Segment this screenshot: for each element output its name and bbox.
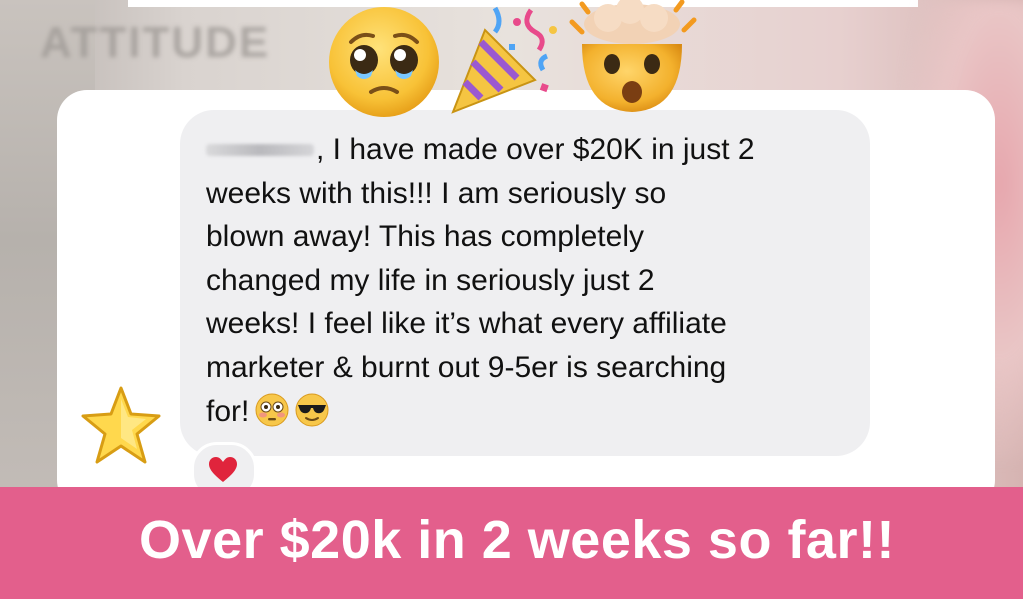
background-blurred-word: ATTITUDE xyxy=(40,18,271,67)
party-popper-icon xyxy=(443,0,563,120)
message-line-7: for! xyxy=(206,394,250,428)
pleading-face-icon xyxy=(325,2,443,120)
message-line-6: marketer & burnt out 9-5er is searching xyxy=(206,350,727,384)
message-line-2: weeks with this!!! I am seriously so xyxy=(206,176,667,210)
message-line-5: weeks! I feel like it’s what every affil… xyxy=(206,307,727,341)
redacted-name xyxy=(206,144,314,156)
caption-text: Over $20k in 2 weeks so far!! xyxy=(139,510,895,570)
message-line-3: blown away! This has completely xyxy=(206,220,644,254)
sunglasses-face-icon xyxy=(295,393,329,427)
exploding-head-icon xyxy=(568,0,698,116)
flushed-face-icon xyxy=(255,393,289,427)
message-line-1: , I have made over $20K in just 2 xyxy=(316,133,755,166)
star-icon xyxy=(80,385,162,467)
message-text: , I have made over $20K in just 2 weeks … xyxy=(206,128,846,433)
message-line-4: changed my life in seriously just 2 xyxy=(206,263,655,297)
red-heart-icon xyxy=(209,457,237,482)
